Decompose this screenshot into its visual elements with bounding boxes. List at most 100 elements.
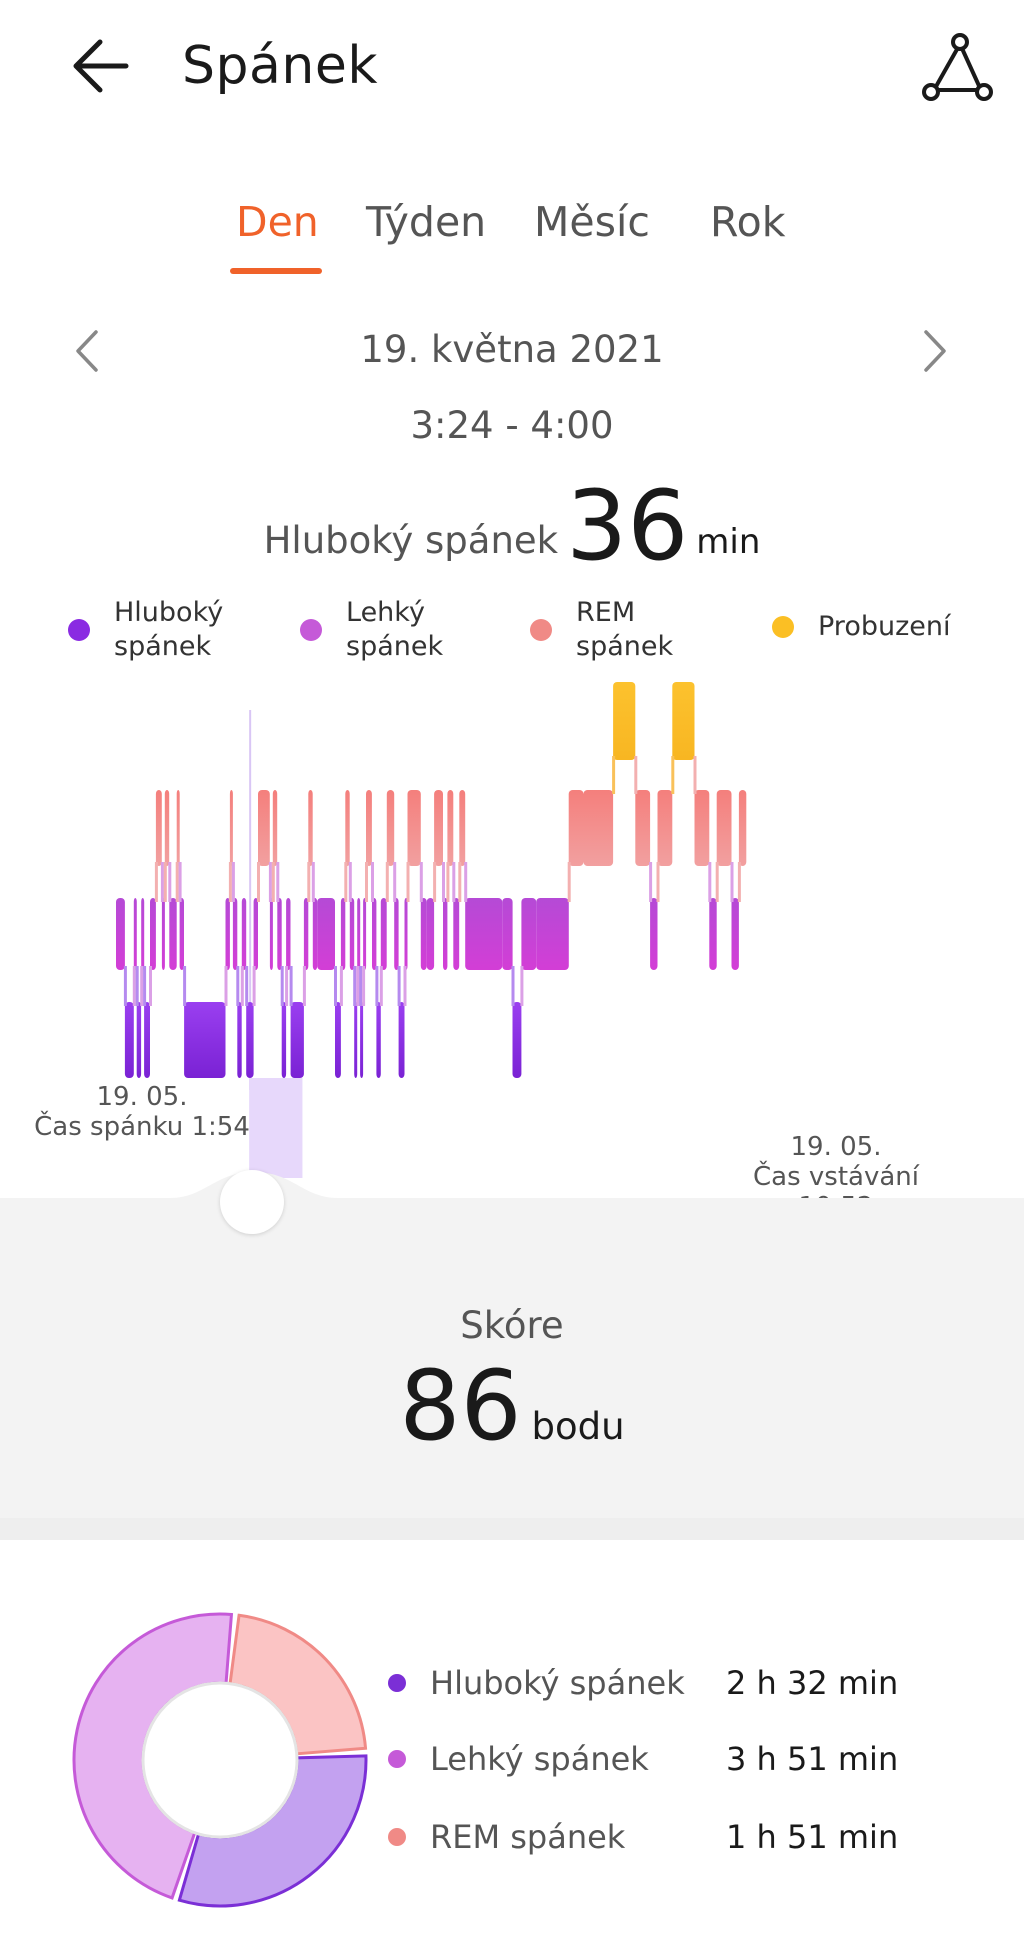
hypnogram-transition: [737, 862, 741, 902]
hypnogram-bar-rem-sleep[interactable]: [308, 790, 313, 866]
tab-year[interactable]: Rok: [710, 198, 785, 246]
breakdown-dot: [388, 1828, 406, 1846]
hypnogram-bar-light-sleep[interactable]: [363, 898, 367, 970]
hypnogram-bar-deep-sleep[interactable]: [281, 1002, 287, 1078]
hypnogram-bar-light-sleep[interactable]: [150, 898, 156, 970]
donut-center: [141, 1681, 299, 1839]
hypnogram-bar-deep-sleep[interactable]: [290, 1002, 304, 1078]
hypnogram-transition: [362, 966, 366, 1006]
hypnogram-bar-rem-sleep[interactable]: [164, 790, 170, 866]
hypnogram-bar-rem-sleep[interactable]: [635, 790, 651, 866]
hypnogram-bar-light-sleep[interactable]: [502, 898, 513, 970]
hypnogram-bar-deep-sleep[interactable]: [360, 1002, 364, 1078]
hypnogram-bar-rem-sleep[interactable]: [229, 790, 233, 866]
hypnogram-transition: [224, 966, 228, 1006]
hypnogram-bar-light-sleep[interactable]: [465, 898, 503, 970]
hypnogram-bar-rem-sleep[interactable]: [694, 790, 710, 866]
hypnogram-bar-light-sleep[interactable]: [141, 898, 145, 970]
hypnogram-bar-rem-sleep[interactable]: [155, 790, 162, 866]
hypnogram-bar-deep-sleep[interactable]: [512, 1002, 522, 1078]
hypnogram-bar-deep-sleep[interactable]: [124, 1002, 134, 1078]
hypnogram-transition: [446, 862, 450, 902]
hypnogram-bar-light-sleep[interactable]: [426, 898, 435, 970]
hypnogram-bar-light-sleep[interactable]: [709, 898, 717, 970]
hypnogram-bar-light-sleep[interactable]: [312, 898, 318, 970]
hypnogram-bar-light-sleep[interactable]: [317, 898, 335, 970]
hypnogram-bar-light-sleep[interactable]: [253, 898, 258, 970]
hypnogram-transition: [393, 862, 397, 902]
hypnogram-bar-deep-sleep[interactable]: [354, 1002, 358, 1078]
back-button[interactable]: [66, 30, 138, 102]
hypnogram-bar-rem-sleep[interactable]: [386, 790, 395, 866]
hypnogram-bar-light-sleep[interactable]: [357, 898, 361, 970]
hypnogram-bar-deep-sleep[interactable]: [144, 1002, 150, 1078]
hypnogram-bar-light-sleep[interactable]: [303, 898, 309, 970]
hypnogram-bar-light-sleep[interactable]: [179, 898, 184, 970]
score-unit: bodu: [531, 1405, 625, 1448]
tab-week[interactable]: Týden: [366, 198, 486, 246]
hypnogram-bar-deep-sleep[interactable]: [184, 1002, 226, 1078]
hypnogram-bar-deep-sleep[interactable]: [237, 1002, 242, 1078]
hypnogram-transition: [178, 862, 182, 902]
hypnogram-bar-light-sleep[interactable]: [372, 898, 377, 970]
hypnogram-bar-light-sleep[interactable]: [453, 898, 460, 970]
hypnogram-bar-rem-sleep[interactable]: [568, 790, 584, 866]
hypnogram-bar-light-sleep[interactable]: [133, 898, 137, 970]
hypnogram-bar-rem-sleep[interactable]: [176, 790, 180, 866]
hypnogram-bar-light-sleep[interactable]: [269, 898, 273, 970]
hypnogram-bar-light-sleep[interactable]: [650, 898, 658, 970]
tab-month[interactable]: Měsíc: [534, 198, 650, 246]
hypnogram-bar-light-sleep[interactable]: [225, 898, 230, 970]
hypnogram-bar-rem-sleep[interactable]: [459, 790, 466, 866]
hypnogram-bar-deep-sleep[interactable]: [398, 1002, 405, 1078]
share-button[interactable]: [918, 30, 996, 108]
hypnogram-transition: [403, 966, 407, 1006]
hypnogram-bar-light-sleep[interactable]: [394, 898, 399, 970]
hypnogram-bar-light-sleep[interactable]: [731, 898, 739, 970]
section-divider: [0, 1518, 1024, 1540]
hypnogram-bar-light-sleep[interactable]: [380, 898, 387, 970]
hypnogram-bar-light-sleep[interactable]: [420, 898, 427, 970]
hypnogram-bar-awake[interactable]: [672, 682, 695, 760]
hypnogram-bar-deep-sleep[interactable]: [335, 1002, 341, 1078]
hypnogram-bar-rem-sleep[interactable]: [345, 790, 350, 866]
hypnogram-bar-rem-sleep[interactable]: [738, 790, 747, 866]
hypnogram-bar-light-sleep[interactable]: [169, 898, 177, 970]
chevron-right-icon: [924, 330, 946, 372]
hypnogram-bar-light-sleep[interactable]: [340, 898, 346, 970]
hypnogram-bar-deep-sleep[interactable]: [246, 1002, 254, 1078]
selected-stage-summary: Hluboký spánek36 min: [0, 470, 1024, 582]
hypnogram-bar-awake[interactable]: [613, 682, 636, 760]
hypnogram-bar-light-sleep[interactable]: [277, 898, 282, 970]
hypnogram-bar-rem-sleep[interactable]: [716, 790, 732, 866]
hypnogram-bar-rem-sleep[interactable]: [272, 790, 278, 866]
hypnogram-bar-light-sleep[interactable]: [536, 898, 569, 970]
hypnogram-transition: [149, 966, 152, 1006]
hypnogram-transition: [307, 862, 311, 902]
hypnogram-bar-light-sleep[interactable]: [161, 898, 165, 970]
hypnogram-bar-deep-sleep[interactable]: [136, 1002, 142, 1078]
hypnogram-bar-rem-sleep[interactable]: [407, 790, 421, 866]
next-day-button[interactable]: [914, 326, 954, 376]
hypnogram-bar-rem-sleep[interactable]: [657, 790, 673, 866]
hypnogram-bar-rem-sleep[interactable]: [258, 790, 270, 866]
hypnogram-bar-light-sleep[interactable]: [241, 898, 247, 970]
hypnogram-bar-light-sleep[interactable]: [232, 898, 238, 970]
hypnogram-bar-light-sleep[interactable]: [404, 898, 408, 970]
hypnogram-bar-light-sleep[interactable]: [443, 898, 448, 970]
hypnogram-bar-rem-sleep[interactable]: [366, 790, 372, 866]
timeline-slider-handle[interactable]: [220, 1170, 284, 1234]
date-label: 19. května 2021: [360, 328, 664, 371]
tab-day[interactable]: Den: [236, 198, 319, 246]
hypnogram-bar-light-sleep[interactable]: [521, 898, 537, 970]
hypnogram-transition: [175, 862, 179, 902]
hypnogram-bar-deep-sleep[interactable]: [376, 1002, 381, 1078]
hypnogram-transition: [285, 966, 289, 1006]
hypnogram-bar-light-sleep[interactable]: [349, 898, 355, 970]
score-value: 86: [399, 1350, 522, 1462]
hypnogram-bar-light-sleep[interactable]: [286, 898, 291, 970]
hypnogram-bar-rem-sleep[interactable]: [434, 790, 443, 866]
hypnogram-bar-rem-sleep[interactable]: [583, 790, 614, 866]
hypnogram-bar-rem-sleep[interactable]: [447, 790, 454, 866]
hypnogram-bar-light-sleep[interactable]: [116, 898, 125, 970]
